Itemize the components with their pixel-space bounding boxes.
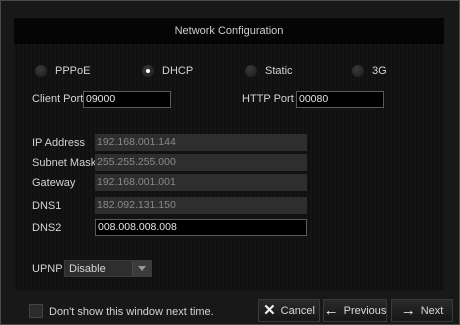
dns2-input[interactable]: 008.008.008.008 [95,219,307,236]
http-port-label: HTTP Port [242,93,294,105]
next-label: Next [420,304,444,317]
radio-pppoe[interactable]: PPPoE [35,64,90,78]
dns1-label: DNS1 [32,200,62,212]
radio-3g-indicator [352,65,364,77]
previous-label: Previous [343,304,387,317]
dns1-field: 182.092.131.150 [95,197,307,214]
client-port-label: Client Port [32,93,84,105]
radio-dhcp[interactable]: DHCP [142,64,193,78]
radio-3g-label: 3G [372,65,387,77]
radio-static[interactable]: Static [245,64,293,78]
radio-pppoe-label: PPPoE [55,65,91,77]
gateway-field: 192.168.001.001 [95,174,307,191]
ip-address-label: IP Address [32,137,85,149]
upnp-select-value: Disable [69,263,106,275]
client-port-input[interactable]: 09000 [83,91,171,108]
subnet-mask-label: Subnet Mask [32,157,97,169]
upnp-label: UPNP [32,263,63,275]
dns2-label: DNS2 [32,222,62,234]
arrow-left-icon: ← [323,302,339,319]
dont-show-label: Don't show this window next time. [49,306,214,318]
http-port-input[interactable]: 00080 [296,91,384,108]
next-button[interactable]: → Next [391,299,453,322]
close-icon: ✕ [263,302,276,319]
radio-dhcp-label: DHCP [162,65,194,77]
radio-static-label: Static [265,65,293,77]
dont-show-checkbox[interactable] [29,304,43,318]
previous-button[interactable]: ← Previous [323,299,387,322]
radio-static-indicator [245,65,257,77]
arrow-right-icon: → [400,302,416,319]
upnp-select[interactable]: Disable [64,260,152,277]
window-title: Network Configuration [14,18,444,45]
cancel-label: Cancel [280,304,315,317]
ip-address-field: 192.168.001.144 [95,134,307,151]
radio-pppoe-indicator [35,65,47,77]
subnet-mask-field: 255.255.255.000 [95,154,307,171]
cancel-button[interactable]: ✕ Cancel [258,299,320,322]
gateway-label: Gateway [32,177,76,189]
radio-3g[interactable]: 3G [352,64,387,78]
chevron-down-icon[interactable] [132,261,151,276]
radio-dhcp-indicator [142,65,154,77]
